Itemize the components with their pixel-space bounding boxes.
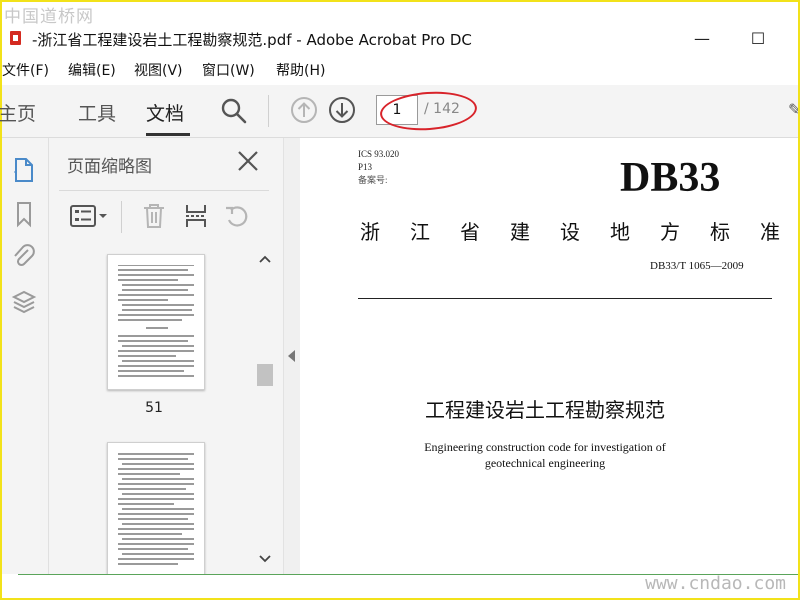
menu-help[interactable]: 帮助(H)	[276, 60, 325, 80]
menu-bar: 文件(F) 编辑(E) 视图(V) 窗口(W) 帮助(H)	[2, 57, 798, 81]
search-icon[interactable]	[220, 97, 248, 125]
acrobat-icon	[10, 31, 21, 45]
layers-icon[interactable]	[10, 288, 38, 316]
doc-ics: ICS 93.020	[358, 149, 400, 159]
std-char: 准	[760, 220, 780, 244]
left-navigation-rail	[2, 138, 49, 574]
toolbar-separator	[268, 95, 269, 127]
thumbnails-panel: 页面缩略图 51	[49, 138, 283, 574]
thumbnail-scrollbar[interactable]	[255, 246, 275, 574]
std-char: 地	[610, 220, 630, 244]
std-char: 浙	[360, 220, 380, 244]
tab-home[interactable]: 主页	[0, 99, 36, 126]
page-thumbnails-icon[interactable]	[10, 156, 38, 184]
close-icon[interactable]	[235, 148, 261, 174]
doc-record-no: 备案号:	[358, 175, 388, 185]
doc-title-cn: 工程建设岩土工程勘察规范	[425, 398, 665, 422]
maximize-button[interactable]: ☐	[738, 24, 778, 52]
doc-title-en-line1: Engineering construction code for invest…	[424, 440, 666, 454]
std-char: 建	[510, 220, 530, 244]
doc-title-en-line2: geotechnical engineering	[484, 456, 606, 470]
chevron-down-icon[interactable]	[258, 554, 272, 564]
menu-edit[interactable]: 编辑(E)	[68, 60, 116, 80]
chevron-up-icon[interactable]	[258, 254, 272, 264]
window-title: -浙江省工程建设岩土工程勘察规范.pdf - Adobe Acrobat Pro…	[32, 31, 472, 49]
document-page[interactable]: ICS 93.020 P13 备案号: DB33 浙 江 省 建 设 地 方 标…	[300, 138, 798, 574]
active-tab-indicator	[146, 133, 190, 136]
collapse-arrow-icon	[288, 350, 295, 362]
tab-document[interactable]: 文档	[146, 99, 184, 126]
doc-standard-number: DB33/T 1065—2009	[650, 260, 744, 272]
attachment-icon[interactable]	[10, 244, 38, 272]
minimize-button[interactable]: —	[682, 24, 722, 52]
menu-view[interactable]: 视图(V)	[134, 60, 183, 80]
delete-icon[interactable]	[141, 202, 167, 230]
thumbnail-list[interactable]: 51	[59, 246, 255, 574]
page-thumbnail-52[interactable]	[107, 442, 205, 574]
doc-code: DB33	[620, 155, 721, 201]
extract-pages-icon[interactable]	[183, 202, 209, 230]
rotate-icon[interactable]	[223, 202, 251, 230]
edge-cut-icon: ✎	[788, 100, 798, 119]
scrollbar-thumb[interactable]	[257, 364, 273, 386]
panel-toolbar	[59, 190, 269, 243]
thumbnail-options-icon[interactable]	[69, 203, 109, 229]
std-char: 省	[460, 220, 480, 244]
std-char: 设	[560, 220, 580, 244]
std-char: 方	[660, 220, 680, 244]
title-bar: -浙江省工程建设岩土工程勘察规范.pdf - Adobe Acrobat Pro…	[2, 24, 798, 52]
previous-page-icon[interactable]	[290, 96, 318, 124]
doc-standard-type: 浙 江 省 建 设 地 方 标 准	[360, 216, 780, 245]
menu-window[interactable]: 窗口(W)	[202, 60, 255, 80]
std-char: 江	[410, 220, 430, 244]
std-char: 标	[710, 220, 730, 244]
panel-collapse-handle[interactable]	[283, 138, 301, 574]
tab-tools[interactable]: 工具	[78, 99, 116, 126]
panel-tool-separator	[121, 201, 122, 233]
panel-title: 页面缩略图	[67, 157, 152, 177]
next-page-icon[interactable]	[328, 96, 356, 124]
bookmark-icon[interactable]	[10, 200, 38, 228]
watermark-bottom: www.cndao.com	[645, 573, 786, 594]
menu-file[interactable]: 文件(F)	[2, 60, 49, 80]
doc-divider	[358, 298, 772, 299]
doc-p-code: P13	[358, 162, 373, 172]
thumbnail-page-number: 51	[145, 400, 163, 416]
page-thumbnail-51[interactable]	[107, 254, 205, 390]
